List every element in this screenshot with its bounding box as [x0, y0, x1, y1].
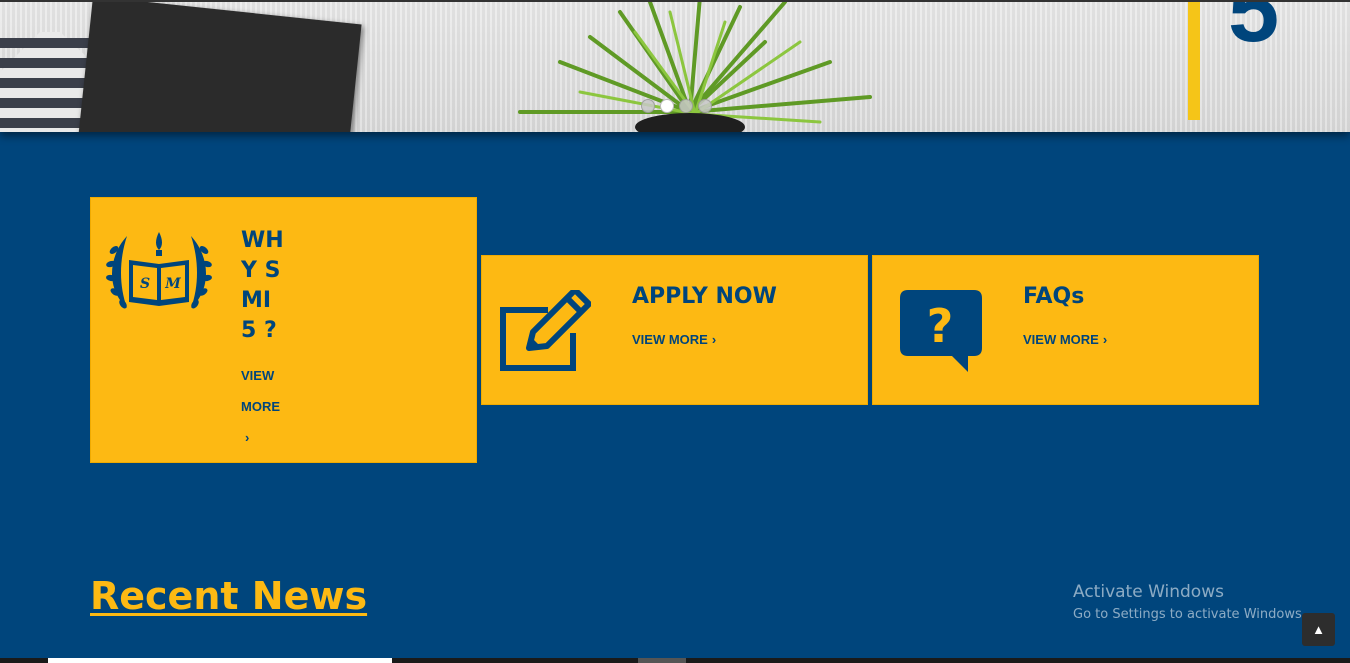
svg-text:M: M [164, 276, 181, 292]
chalkboard-illustration [78, 2, 362, 132]
why-card-title: WHY SMI 5 ? [241, 228, 284, 343]
faq-card[interactable]: ? FAQs VIEW MORE › [872, 255, 1259, 405]
svg-text:?: ? [927, 299, 954, 353]
faq-card-view-more[interactable]: VIEW MORE › [1023, 332, 1107, 347]
chevron-right-icon: › [1102, 332, 1108, 347]
slider-dots [641, 99, 712, 113]
chevron-right-icon: › [245, 430, 250, 445]
recent-news-heading[interactable]: Recent News [90, 574, 367, 618]
apply-card-title: APPLY NOW [632, 284, 777, 309]
bottom-panel-white [48, 658, 392, 663]
school-emblem-icon: S M [106, 232, 212, 309]
slider-dot-2[interactable] [660, 99, 674, 113]
chevron-right-icon: › [711, 332, 717, 347]
slider-dot-4[interactable] [698, 99, 712, 113]
hero-digit: 5 [1228, 0, 1280, 61]
faq-card-title: FAQs [1023, 284, 1085, 309]
faq-card-view-more-label: VIEW MORE [1023, 332, 1099, 347]
question-bubble-icon: ? [900, 290, 982, 372]
slider-dot-1[interactable] [641, 99, 655, 113]
activate-windows-subtitle: Go to Settings to activate Windows. [1073, 607, 1306, 622]
edit-icon [500, 290, 591, 371]
apply-card-view-more-label: VIEW MORE [632, 332, 708, 347]
bottom-panel-grey [638, 658, 686, 663]
apply-card-view-more[interactable]: VIEW MORE › [632, 332, 716, 347]
why-card-view-more[interactable]: VIEW MORE › [241, 360, 281, 453]
why-card-view-more-label: VIEW MORE [241, 368, 280, 414]
apply-card[interactable]: APPLY NOW VIEW MORE › [481, 255, 868, 405]
activate-windows-title: Activate Windows [1073, 582, 1224, 602]
why-card[interactable]: S M WHY SMI 5 ? VIEW MORE › [90, 197, 477, 463]
scroll-to-top-button[interactable]: ▲ [1302, 613, 1335, 646]
slider-dot-3[interactable] [679, 99, 693, 113]
chevron-up-icon: ▲ [1312, 622, 1325, 637]
svg-text:S: S [140, 276, 150, 292]
hero-slider: 5 [0, 0, 1350, 132]
yellow-accent-bar [1188, 2, 1200, 120]
